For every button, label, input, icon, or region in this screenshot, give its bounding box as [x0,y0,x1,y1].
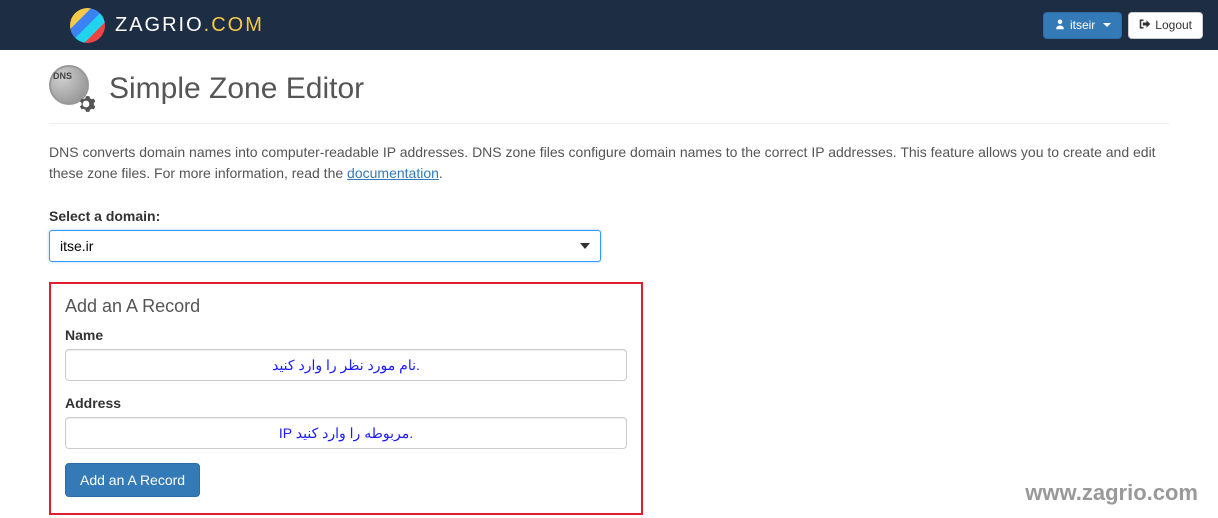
domain-select-label: Select a domain: [49,208,1169,224]
dns-globe-icon: DNS [49,65,97,113]
domain-select[interactable]: itse.ir [49,230,601,262]
documentation-link[interactable]: documentation [347,165,439,181]
navbar: ZAGRIO.COM itseir Logout [0,0,1218,50]
address-group: Address [65,395,627,449]
navbar-actions: itseir Logout [1043,12,1203,39]
a-record-section-title: Add an A Record [65,296,627,317]
name-input[interactable] [65,349,627,381]
user-dropdown-button[interactable]: itseir [1043,12,1122,39]
logout-label: Logout [1155,18,1192,32]
page-title: Simple Zone Editor [109,72,364,106]
user-label: itseir [1070,18,1095,32]
domain-select-section: Select a domain: itse.ir [49,208,1169,262]
chevron-down-icon [1103,23,1111,27]
logo-icon [70,8,105,43]
gear-icon [77,95,95,113]
add-a-record-box: Add an A Record Name Address Add an A Re… [49,282,643,515]
address-label: Address [65,395,627,411]
brand-area[interactable]: ZAGRIO.COM [70,8,264,43]
page-header: DNS Simple Zone Editor [49,50,1169,124]
watermark-text: www.zagrio.com [1025,480,1198,506]
user-icon [1054,18,1066,33]
logout-icon [1139,18,1151,33]
add-a-record-button[interactable]: Add an A Record [65,463,200,497]
name-group: Name [65,327,627,381]
address-input[interactable] [65,417,627,449]
name-label: Name [65,327,627,343]
brand-text: ZAGRIO.COM [115,14,264,37]
logout-button[interactable]: Logout [1128,12,1203,39]
description-text: DNS converts domain names into computer-… [49,142,1169,184]
